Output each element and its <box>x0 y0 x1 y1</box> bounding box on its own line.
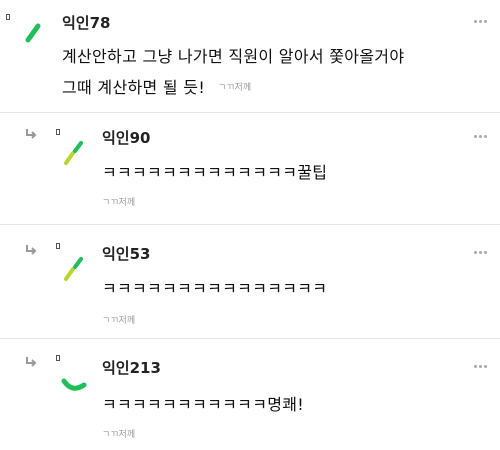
comment-text-line: 그때 계산하면 될 듯! <box>62 78 206 97</box>
yellow-green-strokes-avatar-icon <box>64 257 83 281</box>
comment-item: 익인78 계산안하고 그냥 나가면 직원이 알아서 쫓아올거야 그때 계산하면 … <box>0 0 500 116</box>
comment-reply-item: 익인213 ㅋㅋㅋㅋㅋㅋㅋㅋㅋㅋㅋ명쾌! ㄱㄲ저께 <box>0 339 500 450</box>
yellow-green-strokes-avatar-icon <box>64 141 83 165</box>
comment-reply-item: 익인53 ㅋㅋㅋㅋㅋㅋㅋㅋㅋㅋㅋㅋㅋㅋㅋ ㄱㄲ저께 <box>0 225 500 337</box>
reply-arrow-icon <box>26 245 37 255</box>
comment-reply-item: 익인90 ㅋㅋㅋㅋㅋㅋㅋㅋㅋㅋㅋㅋㅋ꿀팁 ㄱㄲ저께 <box>0 113 500 225</box>
more-options-icon[interactable] <box>474 365 488 369</box>
reply-arrow-icon <box>26 129 37 139</box>
comment-nickname[interactable]: 익인213 <box>102 357 161 378</box>
user-marker-icon <box>6 14 10 20</box>
single-green-stroke-avatar-icon <box>25 23 41 43</box>
comment-nickname[interactable]: 익인78 <box>62 12 110 33</box>
comment-text-line: 계산안하고 그냥 나가면 직원이 알아서 쫓아올거야 <box>62 47 405 66</box>
comment-text-line: ㅋㅋㅋㅋㅋㅋㅋㅋㅋㅋㅋㅋㅋ꿀팁 <box>102 163 328 182</box>
comment-timestamp: ㄱㄲ저께 <box>218 83 252 93</box>
comment-nickname[interactable]: 익인90 <box>102 127 150 148</box>
comment-text-line: ㅋㅋㅋㅋㅋㅋㅋㅋㅋㅋㅋ명쾌! <box>102 395 304 414</box>
comment-text-line: ㅋㅋㅋㅋㅋㅋㅋㅋㅋㅋㅋㅋㅋㅋㅋ <box>102 279 328 298</box>
more-options-icon[interactable] <box>474 135 488 139</box>
more-options-icon[interactable] <box>474 20 488 24</box>
comment-nickname[interactable]: 익인53 <box>102 243 150 264</box>
comment-timestamp: ㄱㄲ저께 <box>102 316 136 326</box>
comment-timestamp: ㄱㄲ저께 <box>102 430 136 440</box>
green-arc-avatar-icon <box>61 378 87 391</box>
more-options-icon[interactable] <box>474 251 488 255</box>
comment-timestamp: ㄱㄲ저께 <box>102 198 136 208</box>
reply-arrow-icon <box>26 357 37 367</box>
